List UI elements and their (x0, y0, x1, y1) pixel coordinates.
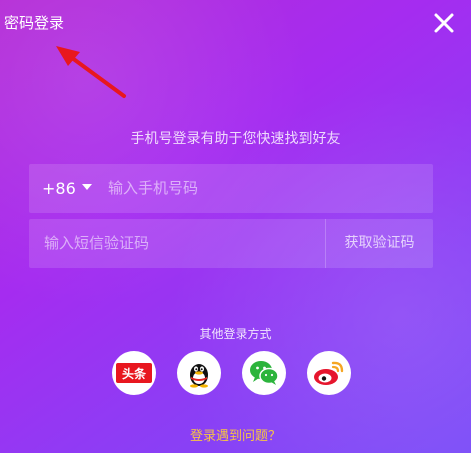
caret-down-icon (81, 184, 92, 190)
hint-text: 手机号登录有助于您快速找到好友 (130, 131, 341, 147)
qq-login-button[interactable] (177, 351, 221, 395)
country-code-select[interactable]: +86 (42, 178, 92, 198)
weibo-icon (314, 361, 344, 385)
close-button[interactable] (433, 12, 455, 34)
password-login-link[interactable]: 密码登录 (4, 14, 64, 32)
wechat-icon (250, 361, 279, 385)
toutiao-icon-text: 头条 (122, 366, 147, 381)
phone-row: +86 (29, 164, 433, 213)
login-help-link[interactable]: 登录遇到问题？ (0, 425, 471, 444)
close-icon (434, 13, 454, 33)
background-faded-text (214, 4, 292, 24)
code-row: 获取验证码 (29, 219, 433, 268)
red-arrow-annotation (56, 46, 126, 98)
toutiao-login-button[interactable]: 头条 (112, 351, 156, 395)
sms-code-input[interactable] (44, 231, 304, 255)
get-code-button[interactable]: 获取验证码 (326, 219, 433, 268)
other-login-label: 其他登录方式 (199, 327, 272, 341)
phone-input[interactable] (108, 176, 408, 200)
qq-icon (190, 364, 208, 388)
toutiao-icon: 头条 (116, 363, 152, 383)
wechat-login-button[interactable] (242, 351, 286, 395)
country-code-value: +86 (42, 178, 76, 198)
weibo-login-button[interactable] (307, 351, 351, 395)
